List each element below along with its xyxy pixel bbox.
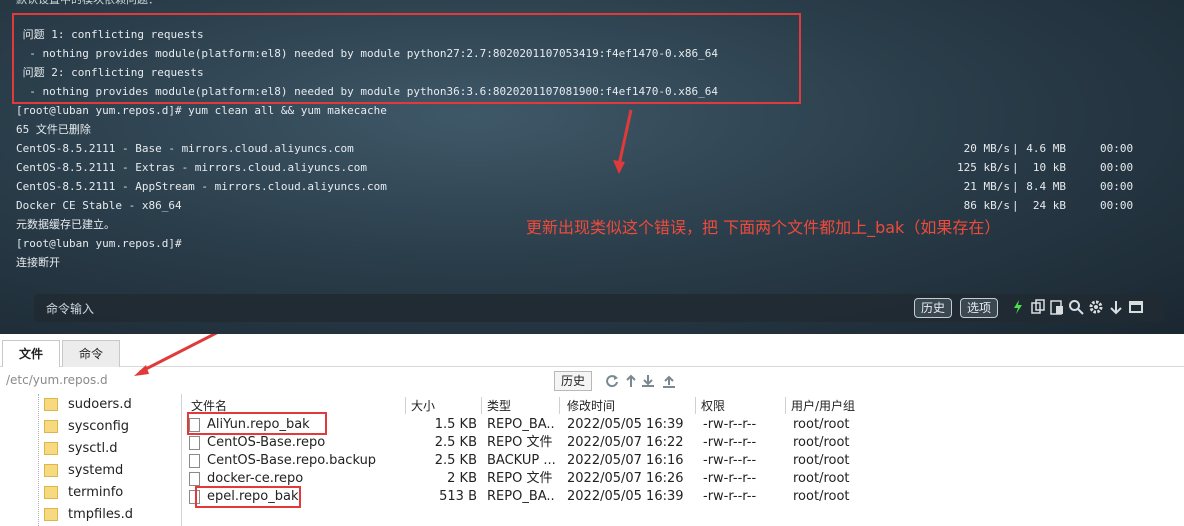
column-divider[interactable] — [481, 397, 482, 414]
folder-icon — [44, 508, 58, 521]
file-permission: -rw-r--r-- — [703, 453, 757, 468]
tree-item-label: terminfo — [68, 485, 124, 500]
folder-icon — [44, 398, 58, 411]
file-list: 文件名 大小 类型 修改时间 权限 用户/用户组 AliYun.repo_bak… — [185, 394, 885, 526]
command-input-placeholder[interactable]: 命令输入 — [46, 300, 94, 317]
folder-icon — [44, 464, 58, 477]
file-type: REPO 文件 — [487, 435, 553, 450]
lightning-icon[interactable] — [1010, 299, 1026, 315]
file-size: 2.5 KB — [434, 435, 477, 450]
file-row[interactable]: CentOS-Base.repo.backup 2.5 KB BACKUP ..… — [185, 452, 885, 470]
tree-item-label: sysctl.d — [68, 441, 118, 456]
file-mtime: 2022/05/05 16:39 — [567, 417, 684, 432]
file-permission: -rw-r--r-- — [703, 417, 757, 432]
directory-tree: sudoers.d sysconfig sysctl.d systemd ter… — [0, 394, 182, 526]
folder-icon — [44, 420, 58, 433]
maximize-icon[interactable] — [1128, 299, 1144, 315]
tree-guide-line — [38, 394, 39, 526]
column-header-type[interactable]: 类型 — [487, 396, 511, 416]
file-mtime: 2022/05/07 16:16 — [567, 453, 684, 468]
gear-icon[interactable] — [1088, 299, 1104, 315]
file-size: 2 KB — [447, 471, 477, 486]
refresh-icon[interactable] — [605, 374, 619, 388]
path-history-button[interactable]: 历史 — [554, 371, 593, 391]
terminal-window[interactable]: 默认设置中的模块依赖问题： 问题 1: conflicting requests… — [0, 0, 1184, 334]
file-highlight-box — [195, 486, 301, 508]
file-size: 513 B — [439, 489, 477, 504]
up-directory-icon[interactable] — [624, 374, 638, 388]
column-divider[interactable] — [785, 397, 786, 414]
file-type: BACKUP ... — [487, 453, 555, 468]
file-name: CentOS-Base.repo.backup — [207, 453, 377, 468]
file-highlight-box — [187, 412, 327, 435]
file-row[interactable]: CentOS-Base.repo 2.5 KB REPO 文件 2022/05/… — [185, 434, 885, 452]
column-header-permission[interactable]: 权限 — [701, 396, 725, 416]
file-permission: -rw-r--r-- — [703, 435, 757, 450]
command-input-bar[interactable]: 命令输入 历史 选项 — [34, 294, 1164, 322]
search-icon[interactable] — [1068, 299, 1084, 315]
file-owner: root/root — [793, 417, 850, 432]
copy-icon[interactable] — [1030, 299, 1046, 315]
file-size: 1.5 KB — [434, 417, 477, 432]
annotation-arrow-icon — [134, 334, 218, 376]
file-type: REPO_BA... — [487, 489, 555, 504]
tree-item-label: sysconfig — [68, 419, 130, 434]
file-owner: root/root — [793, 435, 850, 450]
column-header-owner[interactable]: 用户/用户组 — [791, 396, 855, 416]
tree-item-label: sudoers.d — [68, 397, 132, 412]
command-history-button[interactable]: 历史 — [914, 298, 953, 318]
file-type: REPO_BA... — [487, 417, 555, 432]
file-mtime: 2022/05/07 16:26 — [567, 471, 684, 486]
file-permission: -rw-r--r-- — [703, 489, 757, 504]
file-icon — [189, 472, 200, 486]
paste-icon[interactable] — [1049, 299, 1065, 315]
arrow-down-icon[interactable] — [1108, 299, 1124, 315]
file-mtime: 2022/05/05 16:39 — [567, 489, 684, 504]
column-header-mtime[interactable]: 修改时间 — [567, 396, 615, 416]
folder-icon — [44, 442, 58, 455]
file-icon — [189, 436, 200, 450]
file-icon — [189, 454, 200, 468]
file-owner: root/root — [793, 471, 850, 486]
annotation-arrow-icon — [613, 109, 633, 174]
file-owner: root/root — [793, 453, 850, 468]
column-divider[interactable] — [405, 397, 406, 414]
download-icon[interactable] — [641, 374, 655, 388]
upload-icon[interactable] — [662, 374, 676, 388]
column-divider[interactable] — [695, 397, 696, 414]
file-owner: root/root — [793, 489, 850, 504]
file-permission: -rw-r--r-- — [703, 471, 757, 486]
command-options-button[interactable]: 选项 — [960, 298, 999, 318]
file-manager-panel: 文件 命令 /etc/yum.repos.d 历史 sudoers.d sysc… — [0, 334, 1184, 526]
tree-item-label: tmpfiles.d — [68, 507, 133, 522]
tree-item-label: systemd — [68, 463, 124, 478]
column-header-size[interactable]: 大小 — [411, 396, 435, 416]
file-mtime: 2022/05/07 16:22 — [567, 435, 684, 450]
column-divider[interactable] — [559, 397, 560, 414]
file-size: 2.5 KB — [434, 453, 477, 468]
file-type: REPO 文件 — [487, 471, 553, 486]
file-name: CentOS-Base.repo — [207, 435, 326, 450]
folder-icon — [44, 486, 58, 499]
